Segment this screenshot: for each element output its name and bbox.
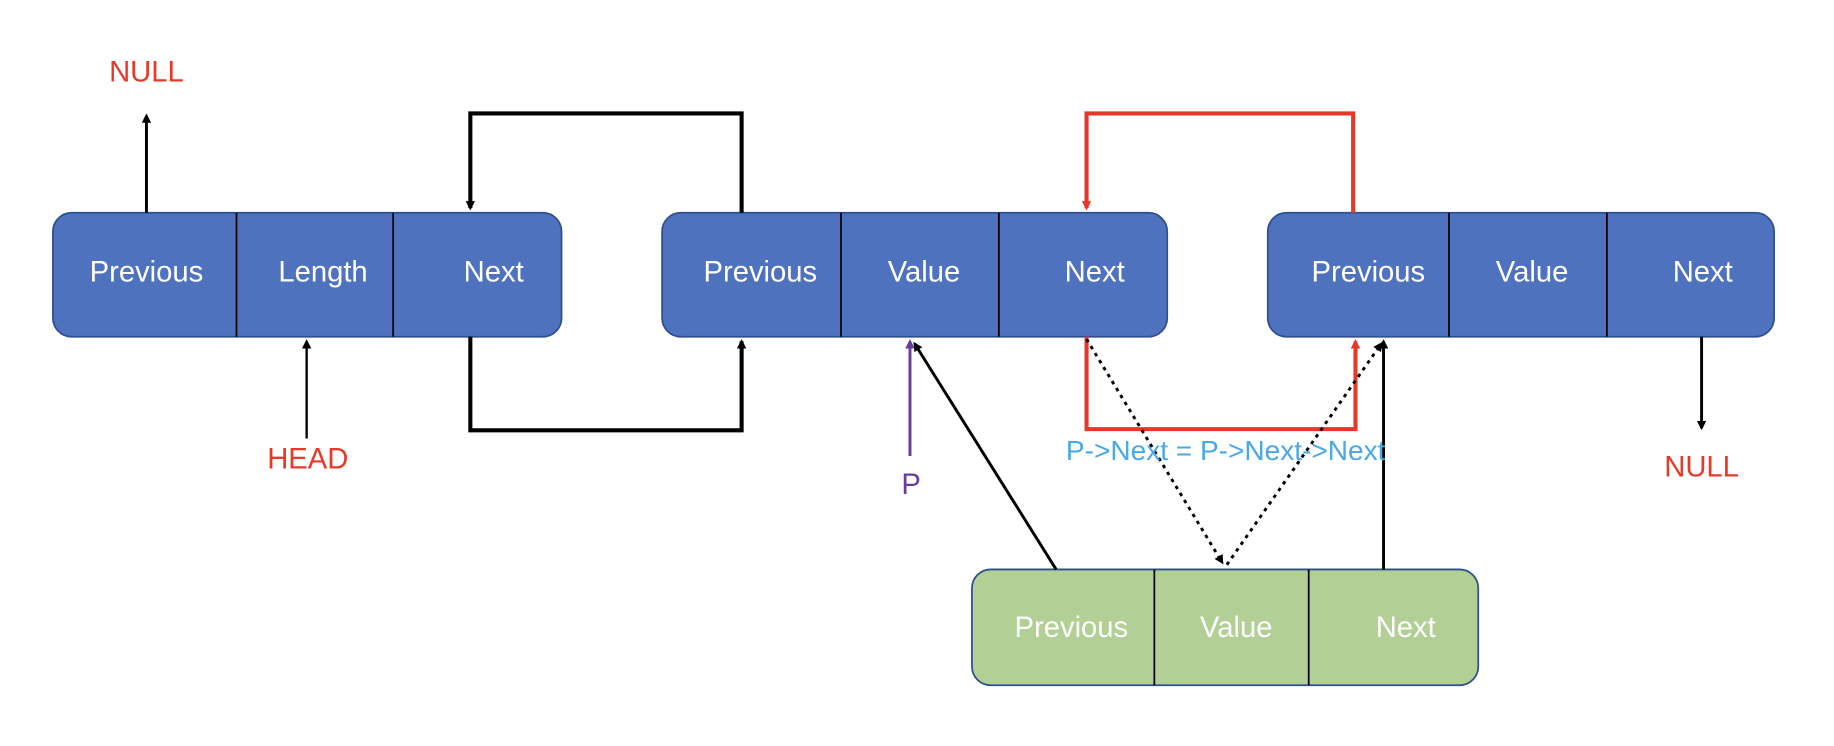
node-a: Previous Value Next <box>661 211 1169 338</box>
field-previous: Previous <box>703 256 817 288</box>
field-next: Next <box>1376 612 1436 644</box>
prev-link-arrow <box>465 111 744 213</box>
field-previous: Previous <box>1311 256 1425 288</box>
header-node: Previous Length Next <box>52 211 563 338</box>
new-prev-arrow <box>913 341 1058 571</box>
field-previous: Previous <box>90 256 204 288</box>
red-next-link-arrow <box>1084 336 1361 432</box>
node-b: Previous Value Next <box>1266 211 1775 338</box>
red-prev-link-arrow <box>1081 111 1356 213</box>
field-value: Value <box>888 256 961 288</box>
field-next: Next <box>1065 256 1125 288</box>
field-next: Next <box>1673 256 1733 288</box>
null-top-label: NULL <box>109 56 184 88</box>
null-bottom-label: NULL <box>1664 452 1739 484</box>
field-length: Length <box>278 256 367 288</box>
next-link-arrow <box>468 336 747 433</box>
field-next: Next <box>464 256 524 288</box>
new-node: Previous Value Next <box>971 568 1480 687</box>
linked-list-diagram: Previous Length Next Previous Value Next… <box>52 56 1775 687</box>
field-value: Value <box>1200 612 1273 644</box>
annotation-label: P->Next = P->Next->Next <box>1066 435 1386 466</box>
field-value: Value <box>1496 256 1569 288</box>
p-label: P <box>901 469 921 501</box>
field-previous: Previous <box>1015 612 1129 644</box>
head-label: HEAD <box>267 443 348 475</box>
